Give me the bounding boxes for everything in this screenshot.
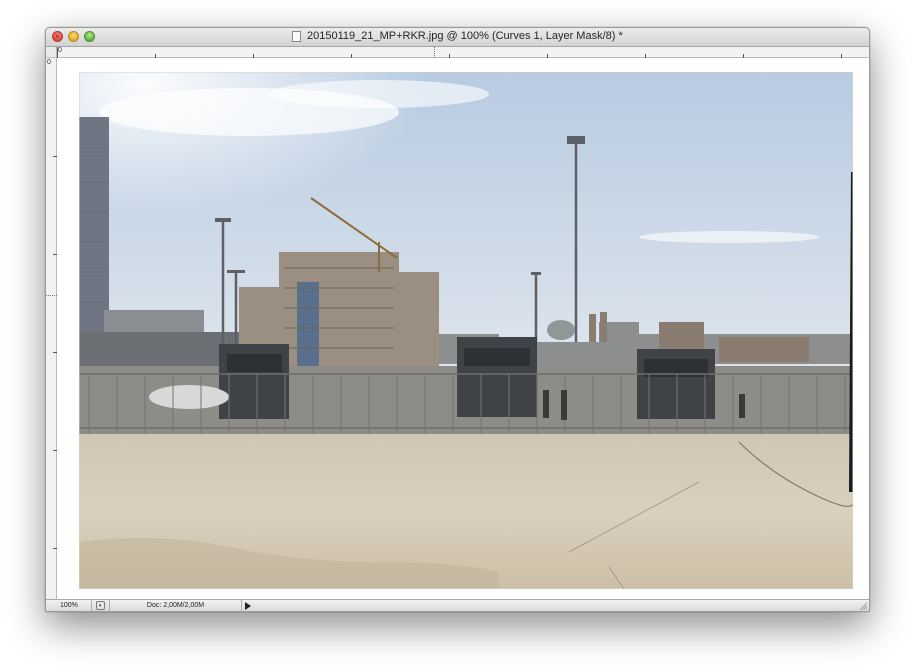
window-title: 20150119_21_MP+RKR.jpg @ 100% (Curves 1,…: [307, 30, 623, 42]
document-window: × 20150119_21_MP+RKR.jpg @ 100% (Curves …: [45, 27, 870, 612]
status-menu-arrow-icon[interactable]: [245, 602, 251, 610]
zoom-button[interactable]: [84, 31, 95, 42]
horizontal-ruler[interactable]: 0: [57, 47, 869, 58]
photo-canvas[interactable]: [79, 72, 853, 589]
document-size-info: Doc: 2,00M/2,00M: [109, 600, 242, 611]
title-bar[interactable]: × 20150119_21_MP+RKR.jpg @ 100% (Curves …: [46, 28, 869, 47]
minimize-button[interactable]: [68, 31, 79, 42]
vertical-ruler[interactable]: 0: [46, 58, 57, 599]
document-icon: [292, 31, 301, 42]
close-icon: ×: [55, 32, 60, 41]
ruler-origin[interactable]: [46, 47, 57, 58]
canvas-area[interactable]: [57, 58, 869, 599]
vertical-ruler-ticks: [46, 156, 57, 549]
horizontal-ruler-ticks: [57, 47, 842, 58]
status-info-icon[interactable]: ◐: [96, 601, 105, 610]
zoom-field[interactable]: 100%: [46, 600, 92, 611]
resize-grip-icon[interactable]: [858, 601, 867, 610]
status-bar: 100% ◐ Doc: 2,00M/2,00M: [46, 599, 869, 611]
close-button[interactable]: ×: [52, 31, 63, 42]
